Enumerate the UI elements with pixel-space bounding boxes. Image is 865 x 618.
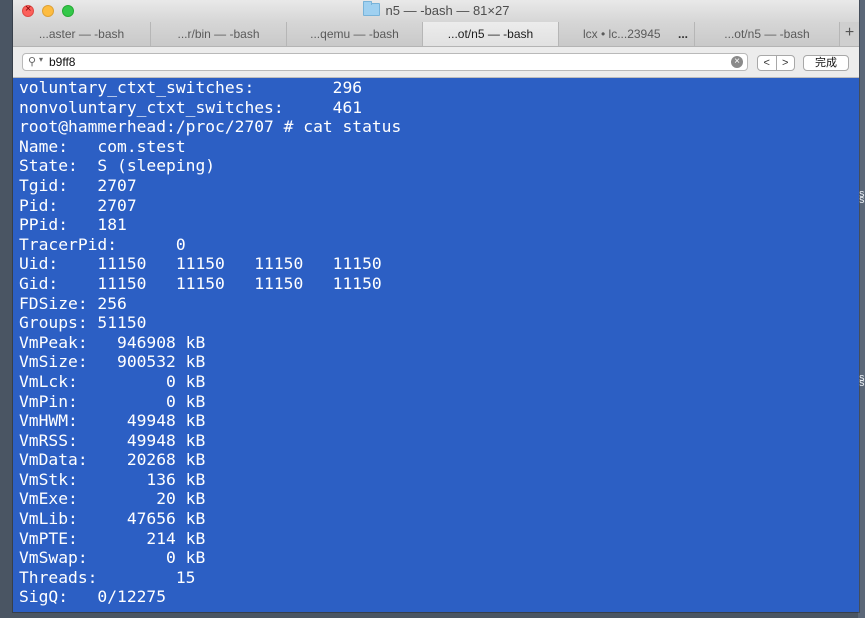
terminal-output[interactable]: voluntary_ctxt_switches: 296 nonvoluntary…	[13, 78, 859, 612]
tab-lcx[interactable]: lcx • lc...23945...	[559, 22, 695, 46]
terminal-line: Groups: 51150	[19, 313, 147, 333]
terminal-line: VmData: 20268 kB	[19, 450, 206, 470]
find-bar: ⚲ ▾ × < > 完成	[13, 47, 859, 78]
tab-label: ...ot/n5 — -bash	[447, 27, 534, 41]
terminal-line: Pid: 2707	[19, 195, 137, 215]
terminal-line: FDSize: 256	[19, 293, 127, 313]
find-next-button[interactable]: >	[777, 56, 795, 70]
tab-aster-bash[interactable]: ...aster — -bash	[13, 22, 151, 46]
terminal-line: VmPin: 0 kB	[19, 391, 206, 411]
done-button[interactable]: 完成	[803, 55, 849, 71]
tab-qemu-bash[interactable]: ...qemu — -bash	[287, 22, 423, 46]
terminal-line: PPid: 181	[19, 215, 127, 235]
background-window-edge: s s s s	[858, 0, 865, 618]
search-input[interactable]	[49, 55, 729, 69]
tab-overflow-icon: ...	[677, 27, 688, 41]
find-navigation: < >	[757, 55, 795, 71]
tab-label: ...qemu — -bash	[310, 27, 399, 41]
terminal-line: Uid: 11150 11150 11150 11150	[19, 254, 382, 274]
search-field[interactable]: ⚲ ▾ ×	[22, 53, 748, 71]
terminal-line: root@hammerhead:/proc/2707 # cat status	[19, 117, 402, 137]
clear-search-icon[interactable]: ×	[731, 56, 743, 68]
terminal-line: VmLck: 0 kB	[19, 371, 206, 391]
tab-n5-bash[interactable]: ...ot/n5 — -bash	[695, 22, 840, 46]
title-bar[interactable]: n5 — -bash — 81×27	[13, 0, 859, 23]
search-icon[interactable]: ⚲	[28, 55, 36, 68]
terminal-line: State: S (sleeping)	[19, 156, 216, 176]
terminal-line: voluntary_ctxt_switches: 296	[19, 78, 363, 97]
terminal-line: VmSwap: 0 kB	[19, 548, 206, 568]
chevron-down-icon[interactable]: ▾	[39, 55, 43, 64]
folder-icon	[362, 1, 380, 16]
new-tab-button[interactable]: +	[840, 22, 859, 46]
terminal-line: Gid: 11150 11150 11150 11150	[19, 273, 382, 293]
terminal-line: TracerPid: 0	[19, 234, 186, 254]
tab-label: ...aster — -bash	[38, 27, 125, 41]
terminal-line: VmPTE: 214 kB	[19, 528, 206, 548]
background-text: s	[859, 377, 865, 389]
terminal-line: SigQ: 0/12275	[19, 587, 167, 607]
window-title: n5 — -bash — 81×27	[13, 1, 859, 18]
tab-bar: ...aster — -bash ...r/bin — -bash ...qem…	[13, 22, 859, 47]
terminal-text: voluntary_ctxt_switches: 296 nonvoluntary…	[13, 78, 859, 607]
terminal-line: Tgid: 2707	[19, 175, 137, 195]
window-title-text: n5 — -bash — 81×27	[385, 3, 510, 18]
terminal-line: VmRSS: 49948 kB	[19, 430, 206, 450]
terminal-line: nonvoluntary_ctxt_switches: 461	[19, 97, 363, 117]
terminal-line: VmExe: 20 kB	[19, 489, 206, 509]
tab-label: ...r/bin — -bash	[177, 27, 260, 41]
find-previous-button[interactable]: <	[758, 56, 777, 70]
tab-n5-bash-active[interactable]: ...ot/n5 — -bash	[423, 22, 559, 46]
terminal-line: Name: com.stest	[19, 136, 186, 156]
terminal-line: VmLib: 47656 kB	[19, 509, 206, 529]
terminal-line: VmSize: 900532 kB	[19, 352, 206, 372]
terminal-line: Threads: 15	[19, 567, 196, 587]
tab-label: lcx • lc...23945	[583, 27, 661, 41]
background-text: s	[859, 194, 865, 206]
terminal-line: VmHWM: 49948 kB	[19, 411, 206, 431]
terminal-line: VmPeak: 946908 kB	[19, 332, 206, 352]
terminal-line: VmStk: 136 kB	[19, 469, 206, 489]
tab-label: ...ot/n5 — -bash	[724, 27, 810, 41]
terminal-window: n5 — -bash — 81×27 ...aster — -bash ...r…	[13, 0, 859, 612]
tab-bin-bash[interactable]: ...r/bin — -bash	[151, 22, 287, 46]
